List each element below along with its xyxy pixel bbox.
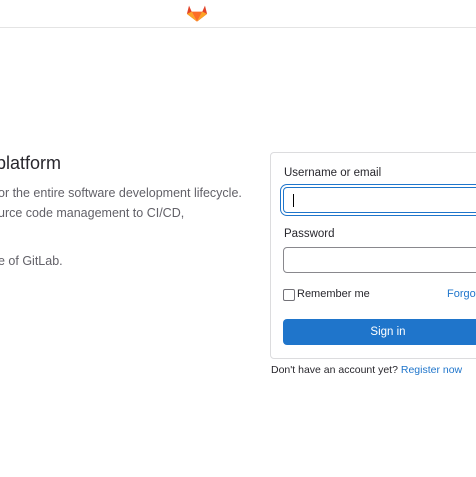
register-prompt: Don't have an account yet? [271, 364, 398, 376]
page-title: platform [0, 153, 62, 173]
username-label: Username or email [284, 167, 382, 179]
top-bar [0, 0, 476, 28]
password-label: Password [284, 228, 335, 240]
intro-line-1: or the entire software development lifec… [0, 186, 242, 200]
username-input[interactable] [283, 187, 476, 213]
gitlab-logo-icon[interactable] [186, 2, 208, 23]
forgot-password-link[interactable]: Forgot [447, 288, 476, 300]
remember-me-label[interactable]: Remember me [297, 288, 370, 300]
sign-in-button[interactable]: Sign in [283, 319, 476, 345]
intro-description: or the entire software development lifec… [0, 183, 242, 223]
intro-line-2: urce code management to CI/CD, [0, 206, 185, 220]
text-caret [293, 194, 294, 207]
register-now-link[interactable]: Register now [401, 364, 462, 376]
password-input[interactable] [283, 247, 476, 273]
intro-footer: e of GitLab. [0, 254, 63, 268]
remember-me-checkbox[interactable] [283, 289, 295, 301]
register-prompt-line: Don't have an account yet? Register now [271, 364, 462, 376]
signin-card: Username or email Password Remember me F… [270, 152, 476, 359]
